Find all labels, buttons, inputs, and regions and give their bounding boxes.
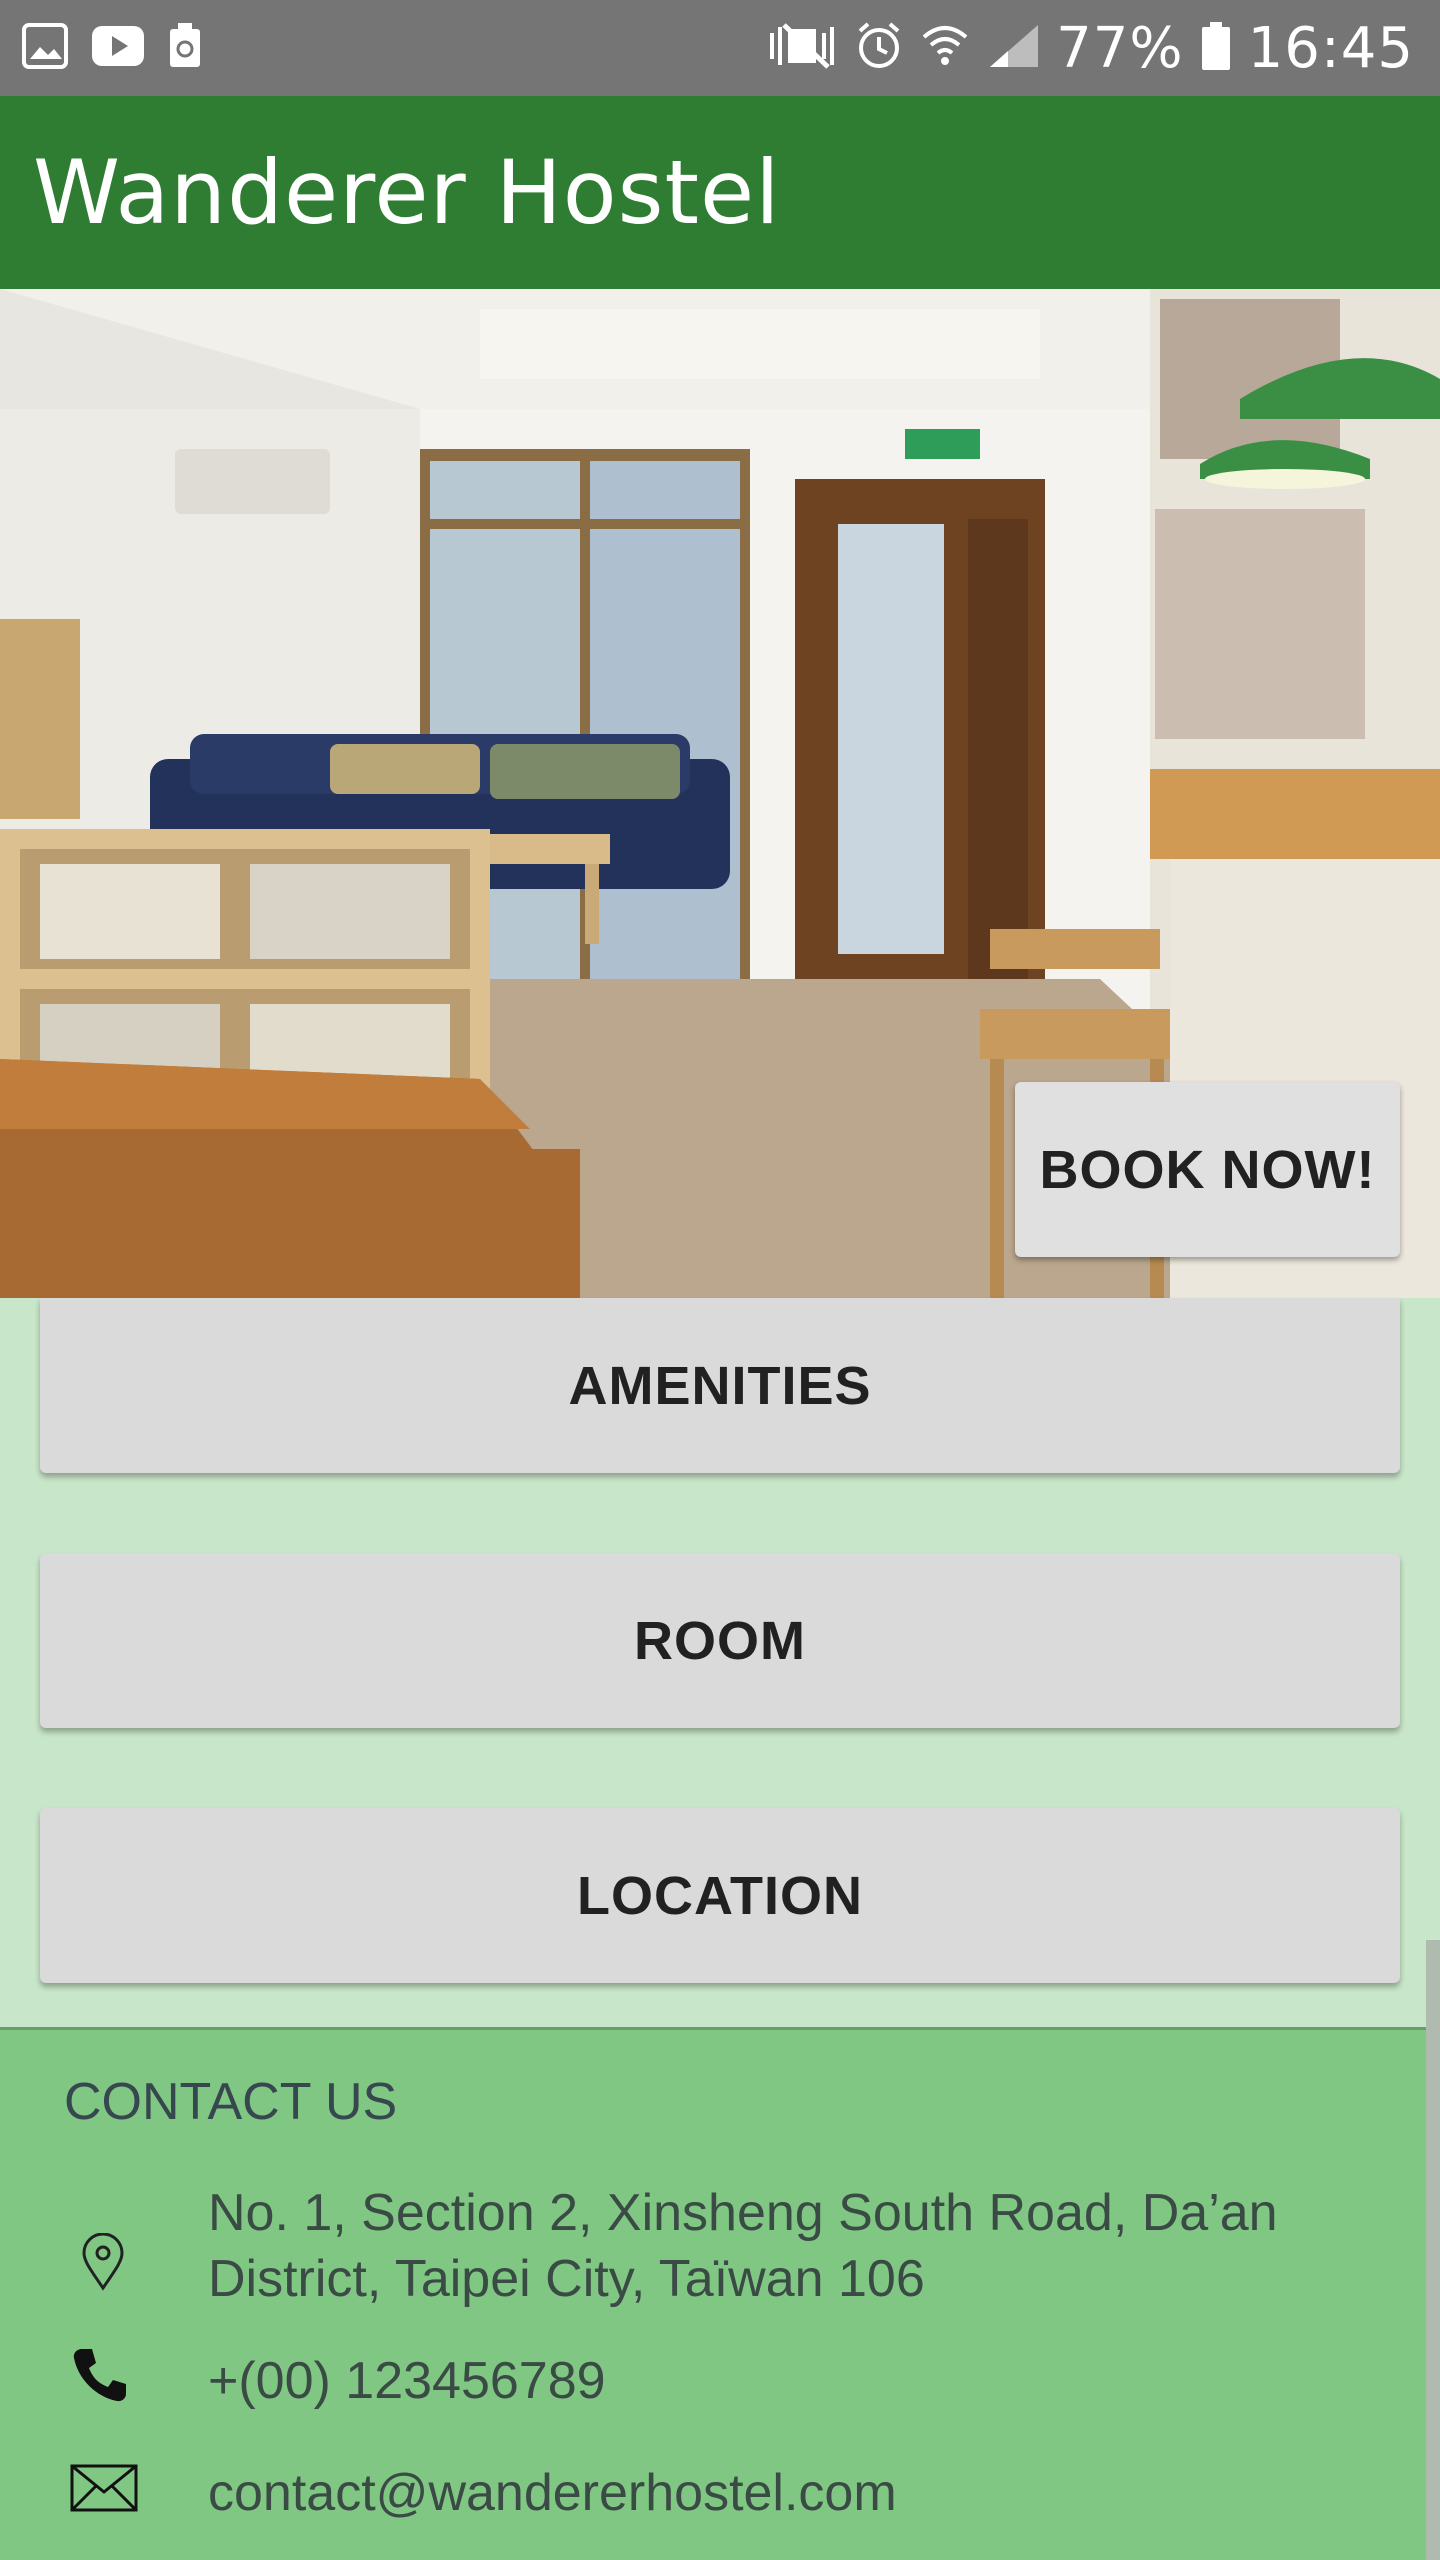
- status-time: 16:45: [1247, 15, 1414, 81]
- app-bar: Wanderer Hostel: [0, 96, 1440, 289]
- location-pin-icon: [80, 2233, 126, 2291]
- contact-title: CONTACT US: [64, 2073, 398, 2131]
- contact-section: CONTACT US No. 1, Section 2, Xinsheng So…: [0, 2027, 1426, 2560]
- alarm-icon: [856, 21, 902, 76]
- battery-percentage: 77%: [1056, 15, 1184, 81]
- youtube-icon: [92, 25, 144, 71]
- image-icon: [22, 22, 68, 74]
- address-line-2: District, Taipei City, Taïwan 106: [208, 2250, 925, 2308]
- scrollbar[interactable]: [1426, 1940, 1440, 2560]
- status-left-icons: [22, 22, 226, 74]
- app-title: Wanderer Hostel: [33, 141, 781, 244]
- room-button[interactable]: ROOM: [40, 1553, 1400, 1728]
- hero-image: BOOK NOW!: [0, 289, 1440, 1298]
- contact-email[interactable]: contact@wandererhostel.com: [208, 2460, 897, 2526]
- battery-icon: [1201, 21, 1230, 75]
- contact-phone[interactable]: +(00) 123456789: [208, 2348, 606, 2414]
- signal-icon: [988, 23, 1040, 74]
- status-right-icons: 77% 16:45: [748, 16, 1414, 81]
- wifi-icon: [920, 21, 970, 76]
- amenities-button[interactable]: AMENITIES: [40, 1298, 1400, 1473]
- mail-icon: [70, 2464, 138, 2512]
- contact-address: No. 1, Section 2, Xinsheng South Road, D…: [208, 2180, 1278, 2312]
- status-bar: 77% 16:45: [0, 0, 1440, 96]
- recycle-icon: [168, 22, 202, 74]
- phone-icon: [70, 2345, 130, 2405]
- address-line-1: No. 1, Section 2, Xinsheng South Road, D…: [208, 2184, 1278, 2242]
- mute-vibrate-icon: [766, 21, 838, 76]
- location-button[interactable]: LOCATION: [40, 1808, 1400, 1983]
- book-now-button[interactable]: BOOK NOW!: [1015, 1082, 1400, 1257]
